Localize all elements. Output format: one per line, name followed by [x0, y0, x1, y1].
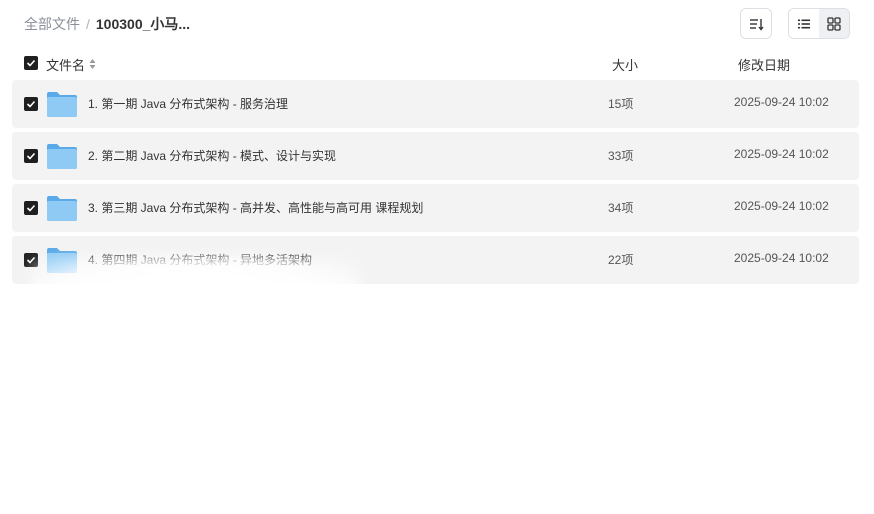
breadcrumb-root-link[interactable]: 全部文件 [24, 14, 80, 34]
file-size: 22项 [608, 253, 634, 267]
file-row[interactable]: 4. 第四期 Java 分布式架构 - 异地多活架构 22项 2025-09-2… [12, 236, 859, 284]
file-name[interactable]: 3. 第三期 Java 分布式架构 - 高并发、高性能与高可用 课程规划 [88, 199, 423, 216]
file-row[interactable]: 1. 第一期 Java 分布式架构 - 服务治理 15项 2025-09-24 … [12, 80, 859, 128]
file-date: 2025-09-24 10:02 [734, 95, 829, 109]
folder-icon [47, 248, 77, 273]
row-checkbox[interactable] [24, 201, 38, 215]
file-row[interactable]: 3. 第三期 Java 分布式架构 - 高并发、高性能与高可用 课程规划 34项… [12, 184, 859, 232]
file-name[interactable]: 1. 第一期 Java 分布式架构 - 服务治理 [88, 95, 288, 112]
column-header-name-label: 文件名 [46, 57, 86, 73]
checkmark-icon [26, 256, 36, 264]
file-date: 2025-09-24 10:02 [734, 199, 829, 213]
sort-button[interactable] [740, 8, 772, 39]
list-view-button[interactable] [789, 9, 819, 38]
file-browser: 全部文件 / 100300_小马... 文件名 大小 修改日期 1. 第一期 J… [0, 0, 874, 514]
sort-arrows-icon [89, 58, 96, 70]
breadcrumb-current-folder: 100300_小马... [95, 16, 191, 32]
folder-icon [47, 196, 77, 221]
list-view-icon [798, 19, 810, 28]
grid-view-button[interactable] [819, 9, 849, 38]
file-size: 34项 [608, 201, 634, 215]
column-header-name[interactable]: 文件名 [46, 55, 96, 73]
row-checkbox[interactable] [24, 253, 38, 267]
folder-icon [47, 92, 77, 117]
breadcrumb: 全部文件 / 100300_小马... [24, 14, 190, 34]
breadcrumb-separator: / [86, 16, 90, 32]
column-header-date[interactable]: 修改日期 [738, 55, 790, 73]
file-size: 15项 [608, 97, 634, 111]
file-date: 2025-09-24 10:02 [734, 147, 829, 161]
file-date: 2025-09-24 10:02 [734, 251, 829, 265]
row-checkbox[interactable] [24, 149, 38, 163]
row-checkbox[interactable] [24, 97, 38, 111]
checkmark-icon [26, 152, 36, 160]
checkmark-icon [26, 204, 36, 212]
select-all-checkbox[interactable] [24, 56, 38, 70]
view-toggle [788, 8, 850, 39]
checkmark-icon [26, 59, 36, 67]
grid-view-icon [827, 16, 841, 31]
file-name[interactable]: 2. 第二期 Java 分布式架构 - 模式、设计与实现 [88, 147, 336, 164]
column-header-size[interactable]: 大小 [612, 55, 638, 73]
folder-icon [47, 144, 77, 169]
sort-icon [750, 18, 764, 31]
checkmark-icon [26, 100, 36, 108]
file-name[interactable]: 4. 第四期 Java 分布式架构 - 异地多活架构 [88, 251, 312, 268]
file-row[interactable]: 2. 第二期 Java 分布式架构 - 模式、设计与实现 33项 2025-09… [12, 132, 859, 180]
file-size: 33项 [608, 149, 634, 163]
